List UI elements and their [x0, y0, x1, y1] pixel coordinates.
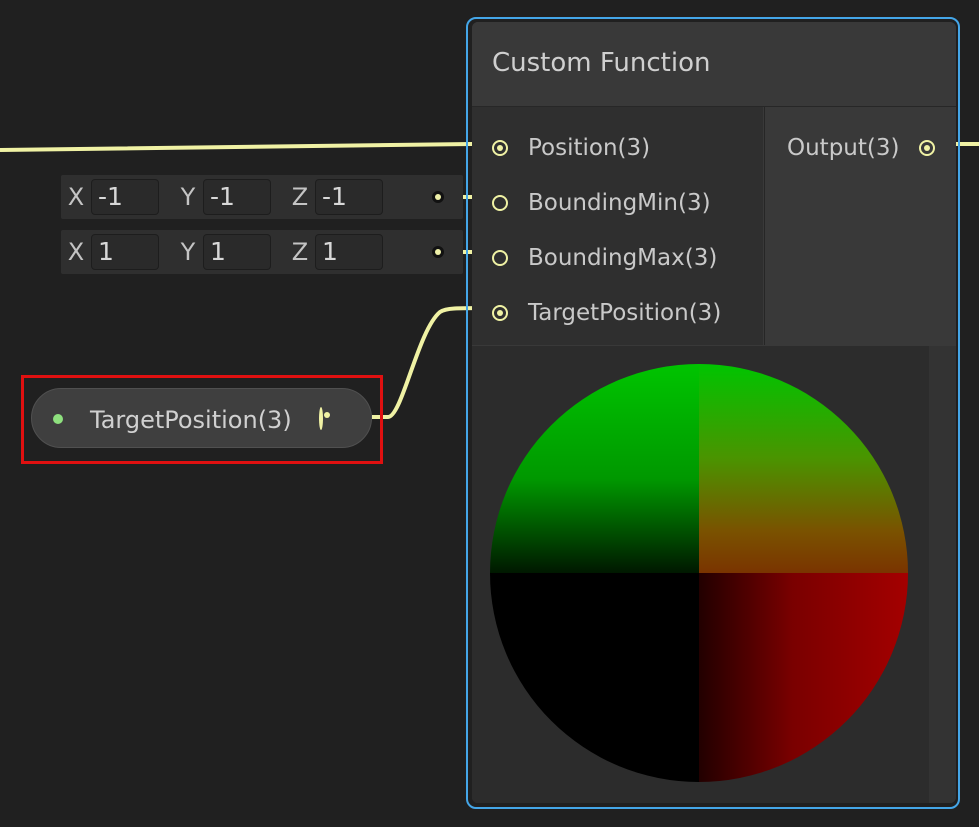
bounding-min-x-input[interactable]: -1 [91, 179, 159, 215]
x-axis-label: X [67, 183, 85, 211]
port-label: Output(3) [787, 135, 900, 161]
node-header[interactable]: Custom Function [472, 22, 956, 107]
port-label: BoundingMin(3) [528, 190, 711, 216]
node-title: Custom Function [492, 48, 711, 78]
port-label: BoundingMax(3) [528, 245, 718, 271]
y-axis-label: Y [180, 183, 196, 211]
input-port-target-position[interactable]: TargetPosition(3) [492, 293, 721, 333]
node-inputs-panel: Position(3) BoundingMin(3) BoundingMax(3… [472, 107, 763, 345]
z-axis-label: Z [291, 183, 309, 211]
bounding-max-field: X 1 Y 1 Z 1 [61, 230, 463, 274]
bounding-min-field-port[interactable] [432, 191, 444, 203]
port-connector-icon[interactable] [492, 305, 508, 321]
bounding-min-z-input[interactable]: -1 [315, 179, 383, 215]
bounding-max-z-input[interactable]: 1 [315, 234, 383, 270]
input-port-bounding-min[interactable]: BoundingMin(3) [492, 183, 711, 223]
input-port-position[interactable]: Position(3) [492, 128, 650, 168]
node-preview [472, 346, 956, 803]
port-label: TargetPosition(3) [528, 300, 722, 326]
bounding-max-x-input[interactable]: 1 [91, 234, 159, 270]
input-port-bounding-max[interactable]: BoundingMax(3) [492, 238, 717, 278]
wire-position [0, 142, 492, 152]
highlight-box [21, 375, 383, 464]
port-connector-icon[interactable] [919, 140, 936, 156]
port-connector-icon[interactable] [492, 250, 508, 266]
bounding-max-y-input[interactable]: 1 [203, 234, 271, 270]
node-outputs-panel: Output(3) [764, 107, 956, 345]
bounding-min-field: X -1 Y -1 Z -1 [61, 175, 463, 219]
preview-sphere [490, 364, 908, 782]
preview-scrollbar[interactable] [929, 346, 956, 803]
bounding-max-field-port[interactable] [432, 246, 444, 258]
port-connector-icon[interactable] [492, 195, 508, 211]
port-label: Position(3) [528, 135, 651, 161]
bounding-min-y-input[interactable]: -1 [203, 179, 271, 215]
output-port-output[interactable]: Output(3) [787, 128, 936, 168]
custom-function-node[interactable]: Custom Function Position(3) BoundingMin(… [472, 22, 956, 803]
z-axis-label: Z [291, 238, 309, 266]
y-axis-label: Y [180, 238, 196, 266]
x-axis-label: X [67, 238, 85, 266]
port-connector-icon[interactable] [492, 140, 508, 156]
